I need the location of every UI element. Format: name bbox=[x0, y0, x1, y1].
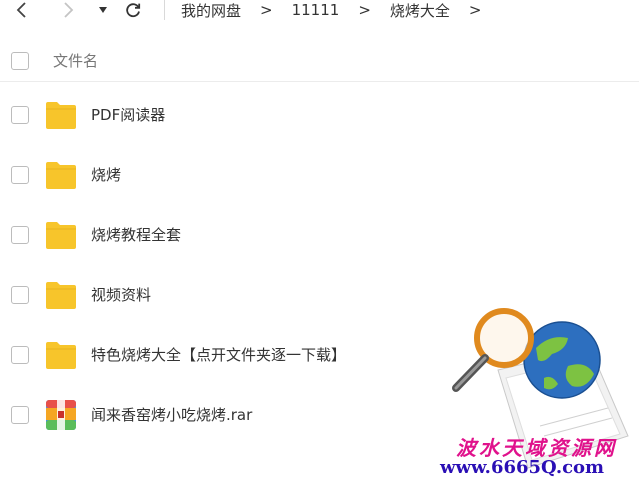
rar-archive-icon bbox=[46, 400, 76, 430]
breadcrumb-item-folder[interactable]: 11111 bbox=[292, 1, 340, 19]
column-header-filename[interactable]: 文件名 bbox=[53, 50, 98, 71]
navigation-toolbar: 我的网盘 > 11111 > 烧烤大全 > bbox=[0, 0, 639, 20]
breadcrumb: 我的网盘 > 11111 > 烧烤大全 > bbox=[181, 0, 481, 20]
folder-icon bbox=[46, 222, 76, 249]
breadcrumb-item-current[interactable]: 烧烤大全 bbox=[390, 0, 450, 21]
breadcrumb-separator: > bbox=[260, 1, 273, 19]
forward-button[interactable] bbox=[57, 0, 79, 20]
select-all-checkbox[interactable] bbox=[11, 51, 29, 70]
file-row[interactable]: 烧烤教程全套 bbox=[0, 205, 639, 265]
history-dropdown-button[interactable] bbox=[92, 0, 114, 20]
file-row[interactable]: 烧烤 bbox=[0, 145, 639, 205]
row-checkbox[interactable] bbox=[11, 286, 29, 304]
caret-down-icon bbox=[99, 7, 107, 13]
row-checkbox[interactable] bbox=[11, 406, 29, 424]
file-row[interactable]: PDF阅读器 bbox=[0, 85, 639, 145]
file-name[interactable]: 烧烤教程全套 bbox=[91, 224, 181, 246]
refresh-icon bbox=[126, 3, 141, 18]
back-button[interactable] bbox=[11, 0, 33, 20]
toolbar-divider bbox=[164, 0, 165, 20]
breadcrumb-separator: > bbox=[358, 1, 371, 19]
file-name[interactable]: PDF阅读器 bbox=[91, 104, 165, 126]
chevron-left-icon bbox=[16, 2, 26, 18]
row-checkbox[interactable] bbox=[11, 346, 29, 364]
file-name[interactable]: 特色烧烤大全【点开文件夹逐一下载】 bbox=[91, 344, 346, 366]
row-checkbox[interactable] bbox=[11, 226, 29, 244]
watermark-url: www.6665Q.com bbox=[440, 457, 605, 478]
breadcrumb-item-root[interactable]: 我的网盘 bbox=[181, 0, 241, 21]
breadcrumb-separator[interactable]: > bbox=[469, 1, 482, 19]
file-name[interactable]: 闻来香窑烤小吃烧烤.rar bbox=[91, 404, 252, 426]
chevron-right-icon bbox=[64, 2, 74, 18]
row-checkbox[interactable] bbox=[11, 166, 29, 184]
refresh-button[interactable] bbox=[122, 0, 144, 20]
folder-icon bbox=[46, 102, 76, 129]
folder-icon bbox=[46, 282, 76, 309]
row-checkbox[interactable] bbox=[11, 106, 29, 124]
folder-icon bbox=[46, 342, 76, 369]
file-name[interactable]: 烧烤 bbox=[91, 164, 121, 186]
file-list-header: 文件名 bbox=[0, 40, 639, 82]
file-name[interactable]: 视频资料 bbox=[91, 284, 151, 306]
folder-icon bbox=[46, 162, 76, 189]
